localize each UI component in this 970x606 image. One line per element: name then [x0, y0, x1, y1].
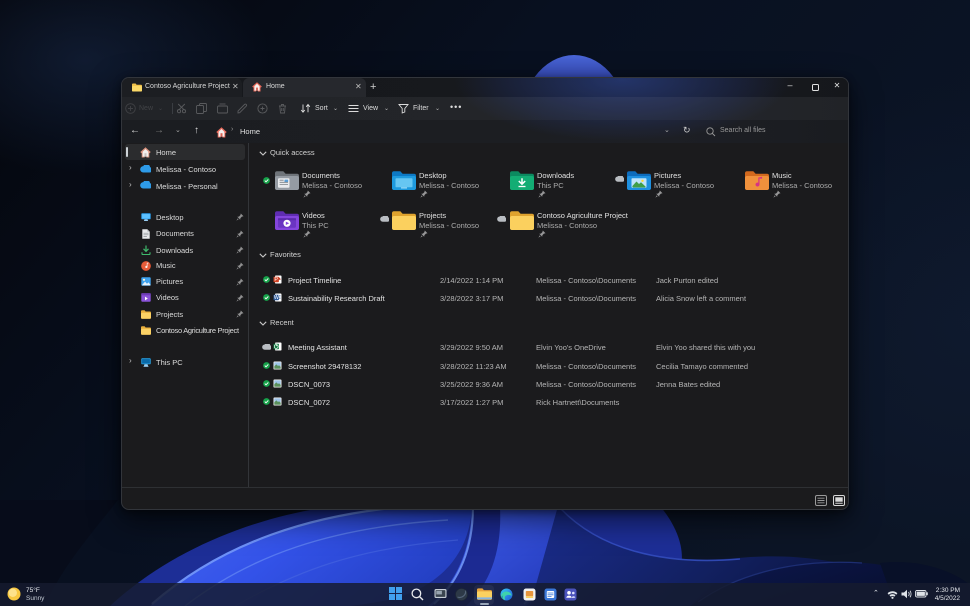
svg-text:W: W	[274, 295, 279, 301]
svg-text:P: P	[274, 277, 278, 283]
